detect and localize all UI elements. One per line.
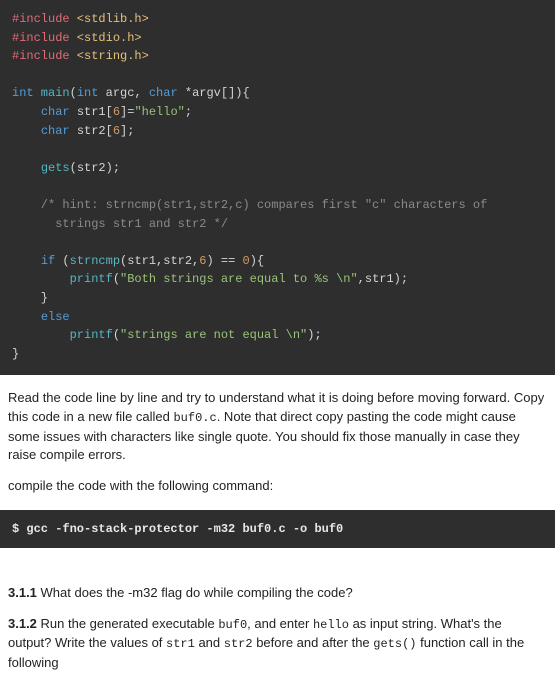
code-line: }: [12, 347, 19, 361]
comment-line: /* hint: strncmp(str1,str2,c) compares f…: [12, 198, 487, 212]
code-line: printf("strings are not equal \n");: [12, 328, 322, 342]
comment-line: strings str1 and str2 */: [12, 217, 228, 231]
inline-code: hello: [313, 618, 349, 632]
include-line: #include <stdlib.h>: [12, 12, 149, 26]
inline-code: gets(): [373, 637, 416, 651]
code-line: printf("Both strings are equal to %s \n"…: [12, 272, 408, 286]
include-line: #include <string.h>: [12, 49, 149, 63]
inline-code: str2: [224, 637, 253, 651]
paragraph-compile: compile the code with the following comm…: [0, 465, 555, 496]
filename-code: buf0.c: [173, 411, 216, 425]
paragraph-intro: Read the code line by line and try to un…: [0, 375, 555, 465]
question-number: 3.1.2: [8, 616, 37, 631]
code-line: if (strncmp(str1,str2,6) == 0){: [12, 254, 264, 268]
code-line: }: [12, 291, 48, 305]
code-line: char str1[6]="hello";: [12, 105, 192, 119]
code-line: int main(int argc, char *argv[]){: [12, 86, 250, 100]
code-line: gets(str2);: [12, 161, 120, 175]
inline-code: str1: [166, 637, 195, 651]
code-block: #include <stdlib.h> #include <stdio.h> #…: [0, 0, 555, 375]
include-line: #include <stdio.h>: [12, 31, 142, 45]
question-312: 3.1.2 Run the generated executable buf0,…: [0, 603, 555, 673]
question-311: 3.1.1 What does the -m32 flag do while c…: [0, 548, 555, 603]
command-block: $ gcc -fno-stack-protector -m32 buf0.c -…: [0, 510, 555, 548]
inline-code: buf0: [218, 618, 247, 632]
question-number: 3.1.1: [8, 585, 37, 600]
code-line: char str2[6];: [12, 124, 134, 138]
code-line: else: [12, 310, 70, 324]
